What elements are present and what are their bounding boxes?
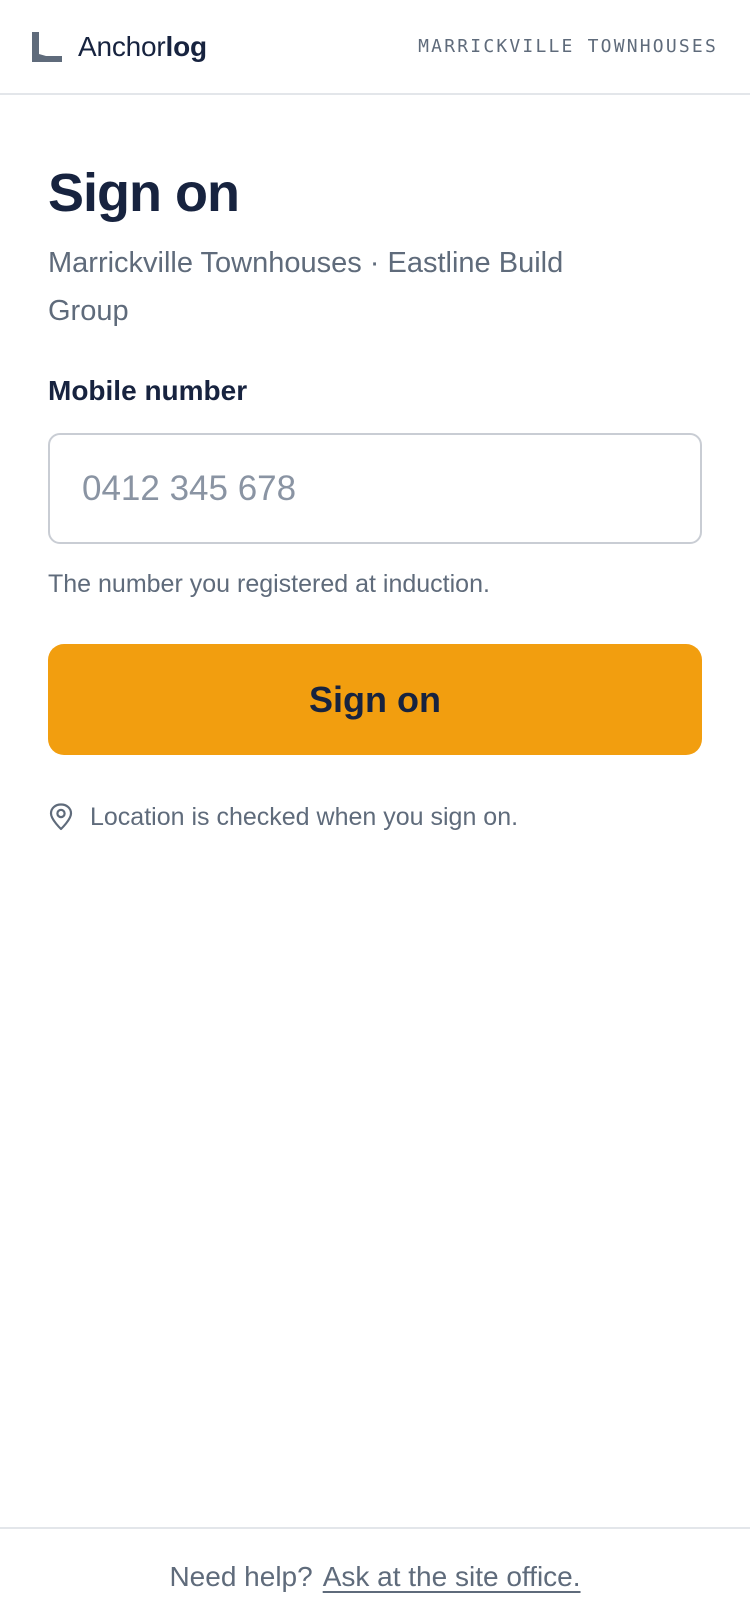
help-prefix: Need help? <box>169 1560 313 1592</box>
anchorlog-logo-icon <box>32 31 62 62</box>
sign-on-button[interactable]: Sign on <box>48 644 702 755</box>
page-title: Sign on <box>48 163 240 223</box>
brand[interactable]: Anchorlog <box>32 27 207 67</box>
help-footer: Need help? Ask at the site office. <box>0 1527 750 1624</box>
brand-name-bold: log <box>165 30 208 62</box>
mobile-number-label: Mobile number <box>48 375 248 406</box>
map-pin-icon <box>48 803 74 831</box>
location-note: Location is checked when you sign on. <box>48 799 702 835</box>
site-subtitle: Marrickville Townhouses · Eastline Build… <box>48 247 564 327</box>
site-office-help-link[interactable]: Ask at the site office. <box>323 1561 581 1593</box>
mobile-number-help: The number you registered at induction. <box>48 570 490 598</box>
brand-name-regular: Anchor <box>78 30 166 62</box>
mobile-number-input[interactable] <box>48 433 702 544</box>
sign-on-form: Sign on Marrickville Townhouses · Eastli… <box>48 95 702 835</box>
location-note-text: Location is checked when you sign on. <box>90 803 519 831</box>
brand-name: Anchorlog <box>78 31 207 63</box>
site-name-label: MARRICKVILLE TOWNHOUSES <box>418 36 718 57</box>
app-header: Anchorlog MARRICKVILLE TOWNHOUSES <box>0 0 750 95</box>
